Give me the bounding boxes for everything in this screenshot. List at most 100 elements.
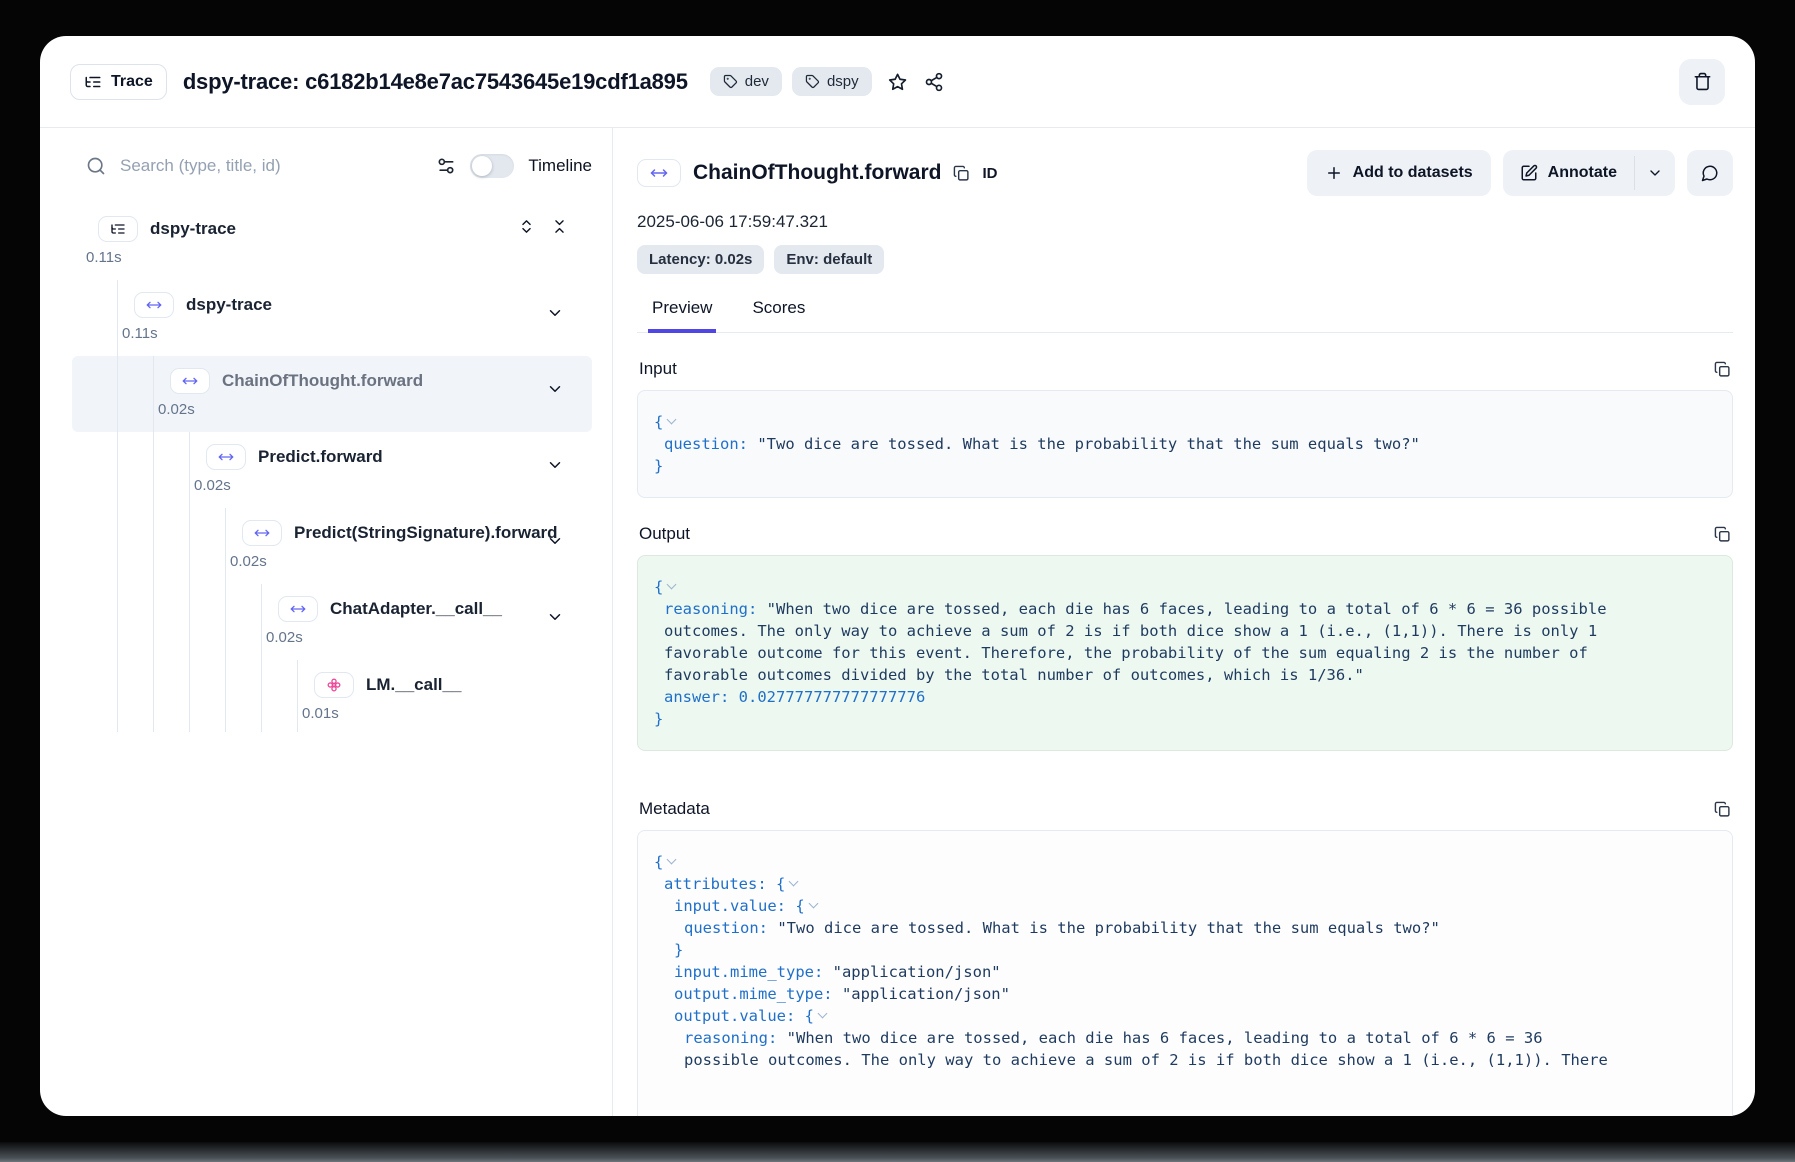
tag-dev[interactable]: dev bbox=[710, 67, 782, 96]
span-type-icon bbox=[170, 368, 210, 394]
comments-button[interactable] bbox=[1687, 150, 1733, 196]
observation-badges: Latency: 0.02s Env: default bbox=[637, 245, 1733, 274]
tree-node-dspy-trace[interactable]: dspy-trace0.11s bbox=[72, 204, 592, 280]
tree-node-label: Predict(StringSignature).forward bbox=[294, 523, 558, 543]
metadata-json: {attributes: {input.value: {question: "T… bbox=[637, 830, 1733, 1116]
plus-icon bbox=[1325, 164, 1343, 182]
edit-pencil-icon bbox=[1520, 164, 1538, 182]
chevron-down-icon bbox=[546, 532, 564, 550]
section-input: Input {question: "Two dice are tossed. Wh… bbox=[637, 359, 1733, 498]
trash-icon bbox=[1693, 72, 1712, 91]
span-type-icon bbox=[134, 292, 174, 318]
tree-indent-guide bbox=[297, 660, 298, 732]
observation-title: ChainOfThought.forward bbox=[693, 161, 941, 185]
filter-sliders-button[interactable] bbox=[436, 156, 456, 176]
tree-node-lm-call[interactable]: LM.__call__0.01s bbox=[72, 660, 592, 736]
page-title: dspy-trace: c6182b14e8e7ac7543645e19cdf1… bbox=[183, 69, 688, 95]
section-heading: Input bbox=[639, 359, 677, 379]
collapse-node-button[interactable] bbox=[546, 304, 564, 322]
output-json: {reasoning: "When two dice are tossed, e… bbox=[637, 555, 1733, 751]
observation-detail-panel: ChainOfThought.forward ID Add to dataset… bbox=[613, 128, 1755, 1116]
tree-indent-guide bbox=[225, 508, 226, 732]
annotate-button[interactable]: Annotate bbox=[1503, 150, 1634, 196]
input-json: {question: "Two dice are tossed. What is… bbox=[637, 390, 1733, 498]
node-duration: 0.01s bbox=[302, 705, 592, 722]
tab-preview[interactable]: Preview bbox=[650, 290, 714, 332]
share-button[interactable] bbox=[924, 72, 944, 92]
chevron-down-icon bbox=[546, 304, 564, 322]
add-to-datasets-button[interactable]: Add to datasets bbox=[1307, 150, 1491, 196]
search-input[interactable] bbox=[120, 156, 422, 176]
collapse-node-button[interactable] bbox=[546, 608, 564, 626]
tag-dspy[interactable]: dspy bbox=[792, 67, 872, 96]
collapse-node-button[interactable] bbox=[546, 532, 564, 550]
copy-section-button[interactable] bbox=[1714, 526, 1731, 543]
chevron-down-icon bbox=[1647, 165, 1663, 181]
copy-section-button[interactable] bbox=[1714, 361, 1731, 378]
section-metadata: Metadata {attributes: {input.value: {ques… bbox=[637, 799, 1733, 1116]
tree-node-label: Predict.forward bbox=[258, 447, 383, 467]
observation-timestamp: 2025-06-06 17:59:47.321 bbox=[637, 212, 1733, 232]
trace-type-badge: Trace bbox=[70, 64, 167, 100]
collapse-all-button[interactable] bbox=[551, 218, 568, 235]
annotate-dropdown-button[interactable] bbox=[1635, 150, 1675, 196]
section-output: Output{reasoning: "When two dice are tos… bbox=[637, 524, 1733, 751]
tag-icon bbox=[723, 74, 738, 89]
background-floor bbox=[0, 1142, 1795, 1162]
trace-type-icon bbox=[98, 216, 138, 242]
collapse-json-icon[interactable] bbox=[814, 1009, 830, 1021]
flower-icon bbox=[326, 677, 342, 693]
generation-type-icon bbox=[314, 672, 354, 698]
tag-label: dev bbox=[745, 73, 769, 90]
collapse-json-icon[interactable] bbox=[663, 580, 679, 592]
favorite-star-button[interactable] bbox=[888, 72, 908, 92]
move-horizontal-icon bbox=[254, 525, 270, 541]
id-label: ID bbox=[982, 165, 997, 182]
tag-label: dspy bbox=[827, 73, 859, 90]
copy-id-button[interactable] bbox=[953, 165, 970, 182]
delete-trace-button[interactable] bbox=[1679, 59, 1725, 105]
toggle-knob bbox=[472, 156, 492, 176]
collapse-json-icon[interactable] bbox=[663, 855, 679, 867]
tree-node-chainofthought-forward[interactable]: ChainOfThought.forward0.02s bbox=[72, 356, 592, 432]
collapse-node-button[interactable] bbox=[546, 380, 564, 398]
chevron-down-icon bbox=[546, 608, 564, 626]
trace-tree-sidebar: Timeline dspy-trace0.11sdspy-trace0.11sC… bbox=[40, 128, 613, 1116]
search-icon bbox=[86, 156, 106, 176]
trace-type-label: Trace bbox=[111, 73, 153, 91]
tab-scores[interactable]: Scores bbox=[750, 290, 807, 332]
tree-indent-guide bbox=[153, 356, 154, 732]
move-horizontal-icon bbox=[290, 601, 306, 617]
expand-all-button[interactable] bbox=[518, 218, 535, 235]
observation-header: ChainOfThought.forward ID Add to dataset… bbox=[637, 150, 1733, 196]
tree-node-predict-forward[interactable]: Predict.forward0.02s bbox=[72, 432, 592, 508]
timeline-toggle[interactable] bbox=[470, 154, 514, 178]
span-type-icon bbox=[242, 520, 282, 546]
chevron-down-icon bbox=[546, 380, 564, 398]
tree-node-chatadapter-call[interactable]: ChatAdapter.__call__ 0.02s bbox=[72, 584, 592, 660]
tree-node-label: dspy-trace bbox=[150, 219, 236, 239]
desktop-background: Trace dspy-trace: c6182b14e8e7ac7543645e… bbox=[0, 0, 1795, 1162]
preview-content-scroll[interactable]: Input {question: "Two dice are tossed. Wh… bbox=[637, 333, 1733, 1116]
node-duration: 0.02s bbox=[158, 401, 592, 418]
tree-node-dspy-trace[interactable]: dspy-trace0.11s bbox=[72, 280, 592, 356]
timeline-label: Timeline bbox=[528, 156, 592, 176]
tag-list: dev dspy bbox=[710, 67, 872, 96]
tag-icon bbox=[805, 74, 820, 89]
collapse-json-icon[interactable] bbox=[805, 899, 821, 911]
move-horizontal-icon bbox=[146, 297, 162, 313]
collapse-node-button[interactable] bbox=[546, 456, 564, 474]
span-type-icon bbox=[637, 159, 681, 187]
collapse-all-icon bbox=[551, 218, 568, 235]
copy-section-button[interactable] bbox=[1714, 801, 1731, 818]
section-heading: Metadata bbox=[639, 799, 710, 819]
langfuse-trace-window: Trace dspy-trace: c6182b14e8e7ac7543645e… bbox=[40, 36, 1755, 1116]
observation-tree[interactable]: dspy-trace0.11sdspy-trace0.11sChainOfTho… bbox=[40, 190, 612, 1116]
tree-node-predict-stringsignature-forward[interactable]: Predict(StringSignature).forward0.02s bbox=[72, 508, 592, 584]
collapse-json-icon[interactable] bbox=[663, 415, 679, 427]
move-horizontal-icon bbox=[650, 164, 668, 182]
node-duration: 0.02s bbox=[266, 629, 592, 646]
move-horizontal-icon bbox=[182, 373, 198, 389]
collapse-json-icon[interactable] bbox=[785, 877, 801, 889]
tree-node-label: ChatAdapter.__call__ bbox=[330, 599, 502, 619]
